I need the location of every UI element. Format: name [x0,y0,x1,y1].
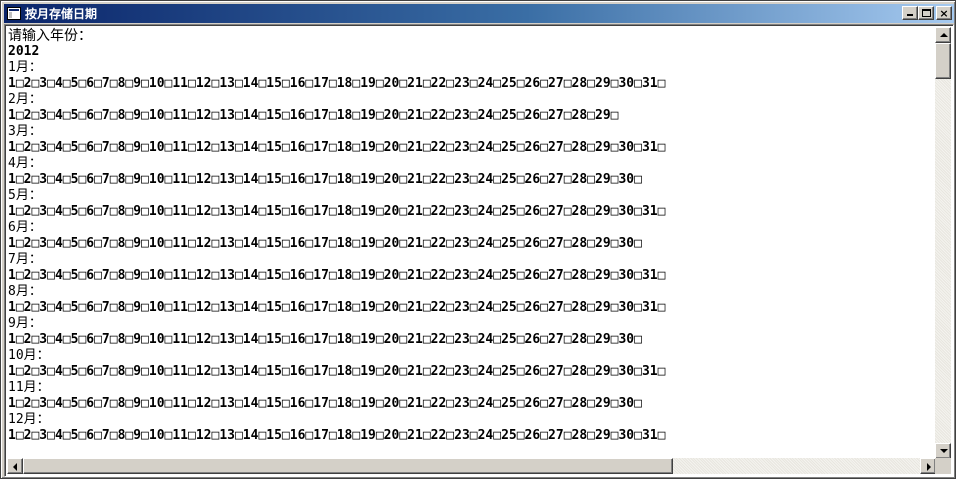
year-input-echo: 2012 [8,44,40,59]
month-label: 7月： [8,252,42,267]
console-window: 按月存储日期 × 请输入年份： 2012 1月： 1□2□3□4□5□6□7□8□… [0,0,956,479]
month-label: 8月： [8,284,42,299]
arrow-right-icon [927,463,931,471]
arrow-up-icon [940,33,948,37]
month-label: 2月： [8,92,42,107]
console-client-area: 请输入年份： 2012 1月： 1□2□3□4□5□6□7□8□9□10□11□1… [4,24,954,477]
month-list: 1月： 1□2□3□4□5□6□7□8□9□10□11□12□13□14□15□1… [8,60,936,444]
minimize-button[interactable] [902,6,918,20]
year-prompt: 请输入年份： [8,28,92,44]
month-days: 1□2□3□4□5□6□7□8□9□10□11□12□13□14□15□16□1… [8,76,666,91]
month-days: 1□2□3□4□5□6□7□8□9□10□11□12□13□14□15□16□1… [8,300,666,315]
month-label: 5月： [8,188,42,203]
console-output[interactable]: 请输入年份： 2012 1月： 1□2□3□4□5□6□7□8□9□10□11□1… [7,27,936,459]
maximize-button[interactable] [918,6,934,20]
month-label: 3月： [8,124,42,139]
horizontal-scroll-thumb[interactable] [23,458,673,474]
month-days: 1□2□3□4□5□6□7□8□9□10□11□12□13□14□15□16□1… [8,268,666,283]
title-bar[interactable]: 按月存储日期 × [4,4,954,23]
vertical-scroll-thumb[interactable] [935,43,951,79]
maximize-icon [922,9,931,17]
horizontal-scrollbar[interactable] [7,458,936,474]
arrow-down-icon [940,449,948,453]
scroll-left-button[interactable] [7,458,23,474]
month-label: 4月： [8,156,42,171]
minimize-icon [907,14,913,16]
window-title: 按月存储日期 [25,7,98,21]
month-label: 10月： [8,348,50,363]
scroll-down-button[interactable] [935,443,951,459]
arrow-left-icon [13,463,17,471]
month-label: 1月： [8,60,42,75]
console-app-icon[interactable] [7,7,21,20]
scrollbar-corner [935,458,951,474]
month-days: 1□2□3□4□5□6□7□8□9□10□11□12□13□14□15□16□1… [8,332,642,347]
month-days: 1□2□3□4□5□6□7□8□9□10□11□12□13□14□15□16□1… [8,428,666,443]
month-days: 1□2□3□4□5□6□7□8□9□10□11□12□13□14□15□16□1… [8,364,666,379]
month-days: 1□2□3□4□5□6□7□8□9□10□11□12□13□14□15□16□1… [8,108,619,123]
month-days: 1□2□3□4□5□6□7□8□9□10□11□12□13□14□15□16□1… [8,172,642,187]
month-label: 11月： [8,380,50,395]
month-days: 1□2□3□4□5□6□7□8□9□10□11□12□13□14□15□16□1… [8,396,642,411]
close-button[interactable]: × [936,6,952,20]
month-days: 1□2□3□4□5□6□7□8□9□10□11□12□13□14□15□16□1… [8,204,666,219]
month-days: 1□2□3□4□5□6□7□8□9□10□11□12□13□14□15□16□1… [8,140,666,155]
month-days: 1□2□3□4□5□6□7□8□9□10□11□12□13□14□15□16□1… [8,236,642,251]
scroll-right-button[interactable] [920,458,936,474]
month-label: 6月： [8,220,42,235]
scroll-up-button[interactable] [935,27,951,43]
close-icon: × [939,6,949,20]
window-controls: × [902,6,952,20]
month-label: 12月： [8,412,50,427]
month-label: 9月： [8,316,42,331]
vertical-scrollbar[interactable] [935,27,951,459]
